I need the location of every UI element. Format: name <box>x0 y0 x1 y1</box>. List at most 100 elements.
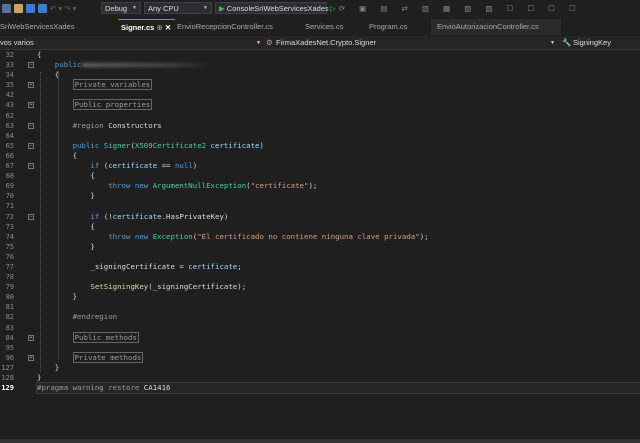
tab-envioautorizacion[interactable]: EnvioAutorizacionController.cs <box>431 19 561 35</box>
code-token: if <box>37 211 104 221</box>
indent-guide <box>58 72 59 362</box>
code-line[interactable]: SetSigningKey(_signingCertificate); <box>37 282 640 292</box>
line-number: 32 <box>5 51 14 59</box>
collapsed-region[interactable]: Public methods <box>72 331 139 343</box>
gutter-row: 95 <box>0 343 36 353</box>
chevron-down-icon[interactable]: ▼ <box>256 40 261 46</box>
gutter-row: 62 <box>0 111 36 121</box>
collapse-icon[interactable]: − <box>28 142 34 149</box>
platform-dropdown[interactable]: Any CPU ▼ <box>144 2 212 14</box>
pin-icon[interactable]: ⊕ <box>156 23 162 32</box>
gutter-row: 66 <box>0 151 36 161</box>
collapse-icon[interactable]: − <box>28 122 34 129</box>
line-number: 75 <box>5 242 14 251</box>
code-line[interactable]: { <box>37 171 640 181</box>
code-line[interactable]: public <box>37 60 640 70</box>
tab-enviorecepcion[interactable]: EnvioRecepcionController.cs <box>175 19 299 35</box>
code-line[interactable] <box>37 252 640 262</box>
line-number: 63 <box>5 121 14 130</box>
solution-icon[interactable] <box>2 3 11 13</box>
expand-icon[interactable]: + <box>28 102 34 109</box>
collapse-icon[interactable]: − <box>28 163 34 170</box>
code-line[interactable] <box>37 302 640 312</box>
code-line[interactable]: { <box>37 50 640 60</box>
code-line[interactable] <box>37 201 640 211</box>
code-line[interactable]: Private variables <box>37 79 640 91</box>
gutter-row: 80 <box>0 292 36 302</box>
code-line[interactable]: if (!certificate.HasPrivateKey) <box>37 212 640 222</box>
chevron-down-icon[interactable]: ▼ <box>550 40 555 46</box>
line-number: 128 <box>1 374 14 382</box>
code-line[interactable]: #endregion <box>37 312 640 322</box>
code-line[interactable]: } <box>37 191 640 201</box>
member-dropdown[interactable]: SigningKey <box>573 38 611 47</box>
code-line[interactable]: public Signer(X509Certificate2 certifica… <box>37 141 640 151</box>
collapsed-region[interactable]: Private variables <box>72 79 153 91</box>
gutter-row: 63 − <box>0 121 36 131</box>
code-line[interactable]: if (certificate == null) <box>37 161 640 171</box>
code-line[interactable]: } <box>37 242 640 252</box>
toolbar-icons[interactable]: ⟳ ▣ ▤ ⇄ ▥ ▦ ▧ ▨ ☐ ☐ ☐ ☐ <box>339 4 582 13</box>
code-line[interactable]: #pragma warning restore CA1416 <box>36 382 640 395</box>
gutter-row: 33 − <box>0 60 36 70</box>
gutter-row: 75 <box>0 242 36 252</box>
tab-srwebservicesxades[interactable]: SriWebServicesXades <box>0 19 118 35</box>
code-line[interactable]: _signingCertificate = certificate; <box>37 262 640 272</box>
project-dropdown[interactable]: vos varios <box>0 38 34 47</box>
code-line[interactable]: #region Constructors <box>37 121 640 131</box>
tab-signer[interactable]: Signer.cs ⊕ ✕ <box>118 19 175 35</box>
line-number: 129 <box>1 384 14 393</box>
line-number: 64 <box>5 131 14 140</box>
collapsed-region[interactable]: Public properties <box>72 99 153 111</box>
tab-program[interactable]: Program.cs <box>363 19 431 35</box>
code-line[interactable] <box>37 272 640 282</box>
new-project-icon[interactable] <box>14 3 23 13</box>
code-line[interactable]: throw new ArgumentNullException("certifi… <box>37 181 640 191</box>
collapse-icon[interactable]: − <box>28 62 34 69</box>
code-token: { <box>37 50 42 59</box>
collapse-icon[interactable]: − <box>28 213 34 220</box>
code-editor[interactable]: { public { Private variables Public prop… <box>36 50 640 395</box>
code-line[interactable]: Private methods <box>37 351 640 363</box>
code-line[interactable]: } <box>37 373 640 383</box>
expand-icon[interactable]: + <box>28 354 34 361</box>
close-icon[interactable]: ✕ <box>165 23 171 32</box>
undo-redo-icon[interactable]: ↶ ▾ ↷ ▾ <box>50 4 90 13</box>
gutter-row: 42 <box>0 90 36 100</box>
code-line[interactable]: Public properties <box>37 99 640 111</box>
code-line[interactable] <box>37 111 640 121</box>
code-token: throw new <box>37 231 153 241</box>
expand-icon[interactable]: + <box>28 334 34 341</box>
collapsed-region[interactable]: Private methods <box>72 351 144 363</box>
config-dropdown[interactable]: Debug ▼ <box>101 2 141 14</box>
code-token: .HasPrivateKey) <box>161 211 229 221</box>
line-number: 84 <box>5 333 14 342</box>
gutter-row: 68 <box>0 171 36 181</box>
start-without-debug-icon[interactable]: ▷ <box>330 4 336 13</box>
run-button[interactable]: ▶ ConsoleSriWebServicesXades <box>215 2 329 14</box>
code-line[interactable]: } <box>37 363 640 373</box>
code-line[interactable]: { <box>37 151 640 161</box>
code-line[interactable]: throw new Exception("El certificado no c… <box>37 232 640 242</box>
code-line[interactable]: } <box>37 292 640 302</box>
code-token: public <box>37 140 104 150</box>
line-number: 66 <box>5 151 14 160</box>
code-line[interactable] <box>37 131 640 141</box>
type-dropdown[interactable]: FirmaXadesNet.Crypto.Signer <box>276 38 376 47</box>
line-number: 76 <box>5 252 14 261</box>
expand-icon[interactable]: + <box>28 82 34 89</box>
code-line[interactable]: { <box>37 222 640 232</box>
tab-services[interactable]: Services.cs <box>299 19 363 35</box>
line-number: 43 <box>5 101 14 110</box>
code-token: ArgumentNullException <box>152 181 247 191</box>
save-icon[interactable] <box>26 3 35 13</box>
save-all-icon[interactable] <box>38 3 47 13</box>
line-number: 79 <box>5 283 14 292</box>
line-number: 78 <box>5 273 14 282</box>
code-token: #pragma warning restore <box>37 383 144 393</box>
code-line[interactable]: Public methods <box>37 331 640 343</box>
code-token: == <box>157 161 175 171</box>
code-token: { <box>37 221 95 231</box>
